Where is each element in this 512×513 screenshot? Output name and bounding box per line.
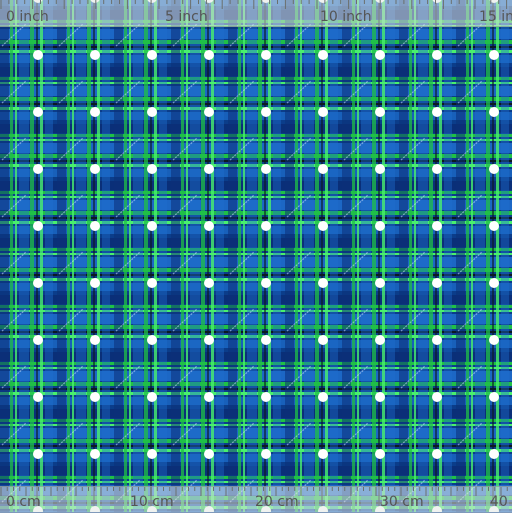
ruler-label-5-inch: 5 inch bbox=[165, 9, 208, 25]
ruler-label-0-cm: 0 cm bbox=[6, 494, 41, 510]
ruler-label-10-inch: 10 inch bbox=[320, 9, 372, 25]
ruler-label-15-inch: 15 in bbox=[479, 9, 512, 25]
ruler-bottom-cm: 0 cm 10 cm 20 cm 30 cm 40 bbox=[0, 486, 512, 513]
ruler-label-0-inch: 0 inch bbox=[6, 9, 49, 25]
ruler-top-inches: 0 inch 5 inch 10 inch 15 in bbox=[0, 0, 512, 27]
ruler-label-30-cm: 30 cm bbox=[380, 494, 424, 510]
ruler-label-40-cm: 40 bbox=[490, 494, 508, 510]
ruler-label-20-cm: 20 cm bbox=[255, 494, 299, 510]
fabric-pattern-swatch bbox=[0, 0, 512, 512]
ruler-label-10-cm: 10 cm bbox=[130, 494, 174, 510]
ruler-top-ticks bbox=[0, 0, 508, 9]
